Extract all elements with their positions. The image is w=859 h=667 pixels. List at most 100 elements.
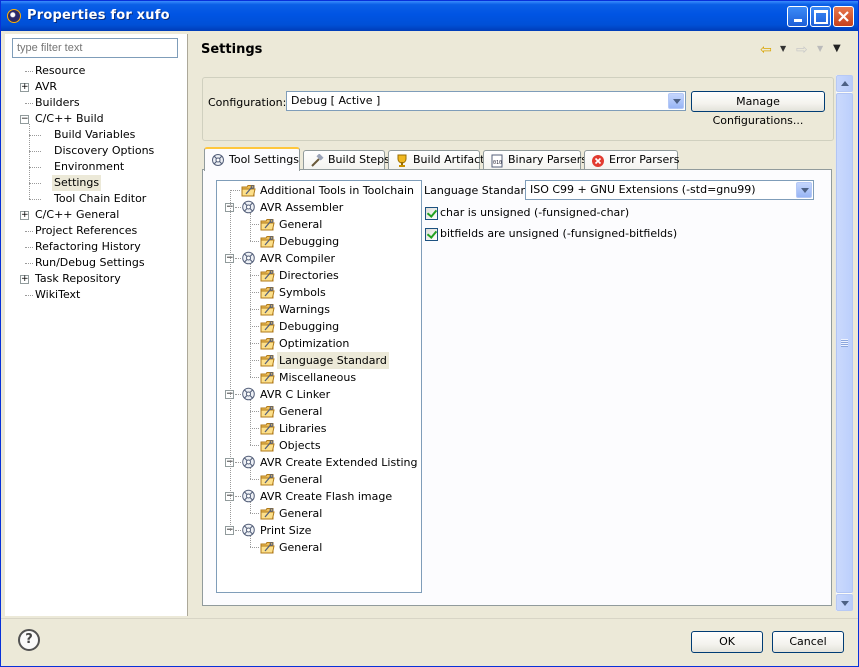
back-arrow-icon[interactable]: ⇦ (760, 42, 772, 58)
option-folder-icon (241, 184, 256, 197)
tree-connector (250, 275, 259, 276)
minimize-button[interactable] (787, 6, 808, 27)
tree-node-label: Objects (279, 439, 321, 452)
tab-error-parsers[interactable]: Error Parsers (584, 150, 679, 170)
nav-item-label: Settings (52, 175, 102, 191)
tree-connector (250, 360, 259, 361)
tree-node-label: Print Size (260, 524, 312, 537)
manage-configurations-button[interactable]: Manage Configurations... (691, 91, 825, 127)
tool-node[interactable]: − AVR Assembler (217, 199, 421, 216)
option-node[interactable]: General (217, 403, 421, 420)
option-node[interactable]: Optimization (217, 335, 421, 352)
tree-node-label: Directories (279, 269, 339, 282)
nav-item[interactable]: Environment (5, 159, 188, 175)
tab-tool-settings[interactable]: Tool Settings (204, 147, 300, 171)
nav-item[interactable]: Tool Chain Editor (5, 191, 188, 207)
tree-node-label: AVR Create Extended Listing (260, 456, 418, 469)
option-folder-icon (260, 541, 275, 554)
filter-input[interactable] (12, 38, 178, 58)
nav-item[interactable]: + C/C++ General (5, 207, 188, 223)
language-standard-select[interactable]: ISO C99 + GNU Extensions (-std=gnu99) (525, 180, 814, 200)
option-node[interactable]: Language Standard (217, 352, 421, 369)
tool-node[interactable]: − AVR Compiler (217, 250, 421, 267)
expand-icon[interactable]: + (20, 211, 29, 220)
close-button[interactable] (833, 6, 854, 27)
expand-icon[interactable]: + (20, 275, 29, 284)
option-node[interactable]: Debugging (217, 233, 421, 250)
configuration-select[interactable]: Debug [ Active ] (286, 91, 686, 111)
nav-item[interactable]: WikiText (5, 287, 188, 303)
property-pages-tree: Resource + AVR Builders − C/C++ Build Build Va… (5, 63, 188, 303)
scroll-up-button[interactable] (836, 75, 853, 92)
nav-item[interactable]: + AVR (5, 79, 188, 95)
tab-build-artifact[interactable]: Build Artifact (388, 150, 485, 170)
nav-item[interactable]: Resource (5, 63, 188, 79)
option-node[interactable]: Additional Tools in Toolchain (217, 182, 421, 199)
forward-dropdown-icon[interactable]: ▼ (817, 44, 823, 53)
tree-connector (25, 295, 33, 296)
eclipse-icon (7, 9, 21, 23)
option-node[interactable]: General (217, 505, 421, 522)
tree-node-label: General (279, 473, 323, 486)
tree-node-label: Symbols (279, 286, 326, 299)
nav-item[interactable]: Run/Debug Settings (5, 255, 188, 271)
back-dropdown-icon[interactable]: ▼ (780, 44, 786, 53)
tab-build-steps[interactable]: Build Steps (303, 150, 390, 170)
tree-connector (250, 400, 251, 445)
bitfields-unsigned-checkbox[interactable] (425, 228, 438, 241)
nav-item[interactable]: − C/C++ Build (5, 111, 188, 127)
option-node[interactable]: General (217, 216, 421, 233)
nav-item[interactable]: Settings (5, 175, 188, 191)
nav-item[interactable]: Builders (5, 95, 188, 111)
char-unsigned-label: char is unsigned (-funsigned-char) (440, 206, 630, 219)
option-folder-icon (260, 235, 275, 248)
option-node[interactable]: Objects (217, 437, 421, 454)
title-bar[interactable]: Properties for xufo (1, 1, 858, 31)
option-node[interactable]: Miscellaneous (217, 369, 421, 386)
char-unsigned-checkbox[interactable] (425, 207, 438, 220)
tree-node-label: General (279, 218, 323, 231)
tab-label: Tool Settings (229, 153, 299, 166)
tab-binary-parsers[interactable]: 010 Binary Parsers (483, 150, 587, 170)
tool-node[interactable]: − Print Size (217, 522, 421, 539)
nav-item[interactable]: Project References (5, 223, 188, 239)
tool-settings-tree: Additional Tools in Toolchain − AVR Assemb… (216, 180, 422, 593)
chevron-down-icon[interactable] (668, 93, 684, 109)
close-icon (838, 11, 849, 22)
nav-item[interactable]: Build Variables (5, 127, 188, 143)
tree-connector (29, 183, 41, 184)
scroll-thumb[interactable] (836, 93, 853, 593)
option-folder-icon (260, 269, 275, 282)
tool-node[interactable]: − AVR Create Flash image (217, 488, 421, 505)
expand-icon[interactable]: + (20, 83, 29, 92)
tree-connector (25, 103, 33, 104)
ok-button[interactable]: OK (691, 631, 763, 653)
option-node[interactable]: Warnings (217, 301, 421, 318)
option-node[interactable]: General (217, 539, 421, 556)
forward-arrow-icon[interactable]: ⇨ (796, 42, 808, 58)
option-node[interactable]: Directories (217, 267, 421, 284)
tree-node-label: Debugging (279, 235, 340, 248)
chevron-down-icon[interactable] (796, 182, 812, 198)
scroll-down-button[interactable] (836, 594, 853, 611)
tool-node[interactable]: − AVR C Linker (217, 386, 421, 403)
tree-connector (250, 292, 259, 293)
cancel-button[interactable]: Cancel (772, 631, 844, 653)
collapse-icon[interactable]: − (20, 115, 29, 124)
maximize-button[interactable] (810, 6, 831, 27)
nav-item[interactable]: Discovery Options (5, 143, 188, 159)
nav-item[interactable]: Refactoring History (5, 239, 188, 255)
tree-connector (29, 199, 41, 200)
property-pages-pane: Resource+AVRBuilders−C/C++ BuildBuild Va… (5, 34, 188, 616)
window-title: Properties for xufo (27, 8, 170, 23)
nav-item[interactable]: + Task Repository (5, 271, 188, 287)
tool-node[interactable]: − AVR Create Extended Listing (217, 454, 421, 471)
nav-item-label: C/C++ Build (35, 112, 104, 125)
help-icon[interactable]: ? (18, 629, 40, 651)
view-menu-icon[interactable]: ▼ (833, 43, 841, 54)
vertical-scrollbar[interactable] (835, 75, 853, 611)
option-node[interactable]: Debugging (217, 318, 421, 335)
option-node[interactable]: Libraries (217, 420, 421, 437)
option-node[interactable]: General (217, 471, 421, 488)
option-node[interactable]: Symbols (217, 284, 421, 301)
